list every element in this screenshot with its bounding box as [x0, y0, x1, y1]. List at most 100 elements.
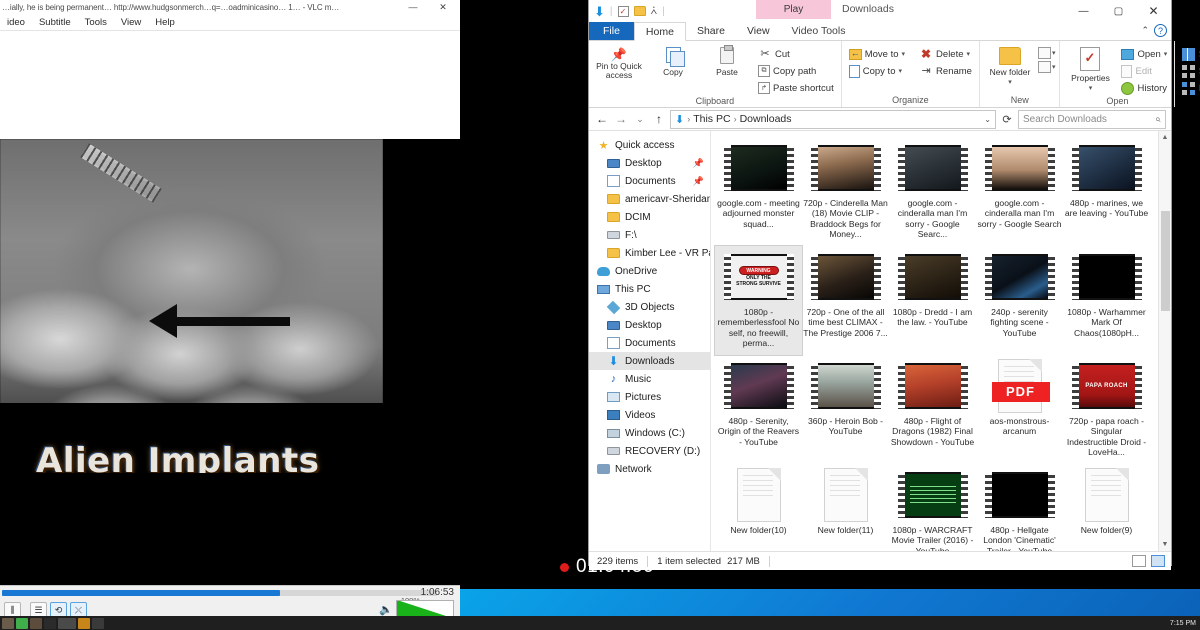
player-menu-tools[interactable]: Tools	[78, 17, 114, 28]
properties-icon[interactable]: ✓	[617, 5, 629, 17]
file-tile[interactable]: New folder(9)	[1063, 464, 1150, 551]
sidebar-item-3d-objects[interactable]: 3D Objects	[589, 298, 710, 316]
select-none-button[interactable]: Select none	[1179, 63, 1200, 79]
player-titlebar[interactable]: …ially, he is being permanent… http://ww…	[0, 0, 460, 15]
history-button[interactable]: History	[1118, 80, 1170, 96]
video-surface[interactable]: Alien Implants	[0, 139, 383, 473]
scrollbar-thumb[interactable]	[1161, 211, 1170, 311]
file-list-pane[interactable]: google.com - meeting adjourned monster s…	[711, 131, 1171, 551]
sidebar-item-desktop[interactable]: Desktop	[589, 316, 710, 334]
player-menu-help[interactable]: Help	[148, 17, 182, 28]
player-menu-subtitle[interactable]: Subtitle	[32, 17, 78, 28]
sidebar-item-windows-c[interactable]: Windows (C:)	[589, 424, 710, 442]
new-folder-icon[interactable]	[633, 6, 646, 16]
recent-locations-button[interactable]: ⌄	[632, 114, 648, 125]
maximize-button[interactable]: ▢	[1101, 0, 1136, 22]
sidebar-item-quick-access[interactable]: ★ Quick access	[589, 136, 710, 154]
volume-slider[interactable]	[396, 600, 454, 617]
tab-view[interactable]: View	[736, 22, 781, 40]
file-tile[interactable]: 480p - Hellgate London 'Cinematic' Trail…	[976, 464, 1063, 551]
move-to-caret-icon[interactable]: ▾	[902, 50, 906, 58]
file-tile[interactable]: google.com - cinderalla man I'm sorry - …	[976, 137, 1063, 246]
sidebar-item-desktop[interactable]: Desktop 📌	[589, 154, 710, 172]
copy-to-caret-icon[interactable]: ▾	[898, 67, 902, 75]
tab-video-tools[interactable]: Video Tools	[781, 22, 857, 40]
copy-path-button[interactable]: ⧉ Copy path	[755, 63, 837, 79]
pin-icon[interactable]: 📌	[693, 176, 704, 187]
search-input[interactable]: Search Downloads ⌕	[1018, 109, 1166, 129]
file-tile[interactable]: 480p - marines, we are leaving - YouTube	[1063, 137, 1150, 246]
properties-button[interactable]: Properties ▾	[1064, 44, 1116, 92]
file-tile[interactable]: 1080p - Warhammer Mark Of Chaos(1080pH..…	[1063, 246, 1150, 355]
tab-file[interactable]: File	[589, 22, 634, 40]
forward-button[interactable]: →	[613, 112, 629, 126]
sidebar-item-this-pc[interactable]: This PC	[589, 280, 710, 298]
player-menu-view[interactable]: View	[114, 17, 148, 28]
pin-to-quick-access-button[interactable]: 📌 Pin to Quick access	[593, 44, 645, 80]
taskbar-item-2[interactable]	[16, 617, 28, 629]
sidebar-item-videos[interactable]: Videos	[589, 406, 710, 424]
paste-shortcut-button[interactable]: ↱ Paste shortcut	[755, 80, 837, 96]
file-tile[interactable]: google.com - meeting adjourned monster s…	[715, 137, 802, 246]
customize-caret-icon[interactable]: ⩑	[651, 5, 658, 17]
minimize-button[interactable]: —	[1066, 0, 1101, 22]
seek-slider[interactable]	[2, 590, 437, 596]
new-item-button[interactable]: ▾	[1037, 47, 1055, 59]
select-all-button[interactable]: Select all	[1179, 46, 1200, 62]
file-tile[interactable]: 360p - Heroin Bob - YouTube	[802, 355, 889, 464]
tab-home[interactable]: Home	[633, 22, 686, 41]
file-tile[interactable]: google.com - cinderalla man I'm sorry - …	[889, 137, 976, 246]
sidebar-item-music[interactable]: ♪ Music	[589, 370, 710, 388]
up-button[interactable]: ↑	[651, 112, 667, 126]
breadcrumb-downloads[interactable]: Downloads	[740, 113, 792, 125]
scroll-up-icon[interactable]: ▲	[1159, 131, 1171, 144]
player-minimize-button[interactable]: —	[406, 3, 420, 12]
sidebar-item-americavr-sheridan[interactable]: americavr-Sheridan.	[589, 190, 710, 208]
large-icons-view-icon[interactable]	[1151, 555, 1165, 567]
sidebar-item-documents[interactable]: Documents 📌	[589, 172, 710, 190]
taskbar-item-4[interactable]	[44, 617, 56, 629]
refresh-button[interactable]: ⟳	[999, 113, 1015, 126]
details-view-icon[interactable]	[1132, 555, 1146, 567]
close-button[interactable]: ✕	[1136, 0, 1171, 22]
ribbon-collapse-icon[interactable]: ⌃	[1141, 25, 1149, 36]
tab-share[interactable]: Share	[686, 22, 736, 40]
easy-access-button[interactable]: ▾	[1037, 61, 1055, 73]
taskbar-item-7[interactable]	[92, 617, 104, 629]
taskbar-item-6[interactable]	[78, 617, 90, 629]
explorer-titlebar[interactable]: ⬇ | ✓ ⩑ | Play Downloads — ▢ ✕	[589, 0, 1171, 22]
open-button[interactable]: Open ▾	[1118, 46, 1170, 62]
file-list-scrollbar[interactable]: ▲ ▼	[1158, 131, 1171, 551]
sidebar-item-documents[interactable]: Documents	[589, 334, 710, 352]
delete-button[interactable]: ✖ Delete ▾	[916, 46, 975, 62]
chevron-down-icon[interactable]: ⌄	[984, 115, 991, 124]
file-tile[interactable]: 1080p - WARCRAFT Movie Trailer (2016) - …	[889, 464, 976, 551]
file-tile[interactable]: New folder(11)	[802, 464, 889, 551]
cut-button[interactable]: ✂ Cut	[755, 46, 837, 62]
invert-selection-button[interactable]: Invert selection	[1179, 80, 1200, 96]
speaker-icon[interactable]: 🔈	[379, 603, 393, 616]
taskbar-item-5[interactable]	[58, 617, 76, 629]
move-to-button[interactable]: Move to ▾	[846, 46, 908, 62]
volume-control[interactable]: 100% 🔈	[379, 596, 454, 617]
file-tile[interactable]: 240p - serenity fighting scene - YouTube	[976, 246, 1063, 355]
file-tile[interactable]: 480p - Flight of Dragons (1982) Final Sh…	[889, 355, 976, 464]
file-tile[interactable]: PAPA ROACH 720p - papa roach - Singular I…	[1063, 355, 1150, 464]
player-menu-video[interactable]: ideo	[0, 17, 32, 28]
file-tile[interactable]: New folder(10)	[715, 464, 802, 551]
download-icon[interactable]: ⬇	[594, 5, 605, 18]
sidebar-item-network[interactable]: Network	[589, 460, 710, 478]
file-tile[interactable]: WARNING ONLY THE STRONG SURVIVE 1080p - rem…	[714, 244, 803, 356]
taskbar-item-1[interactable]	[2, 617, 14, 629]
sidebar-item-recovery-d[interactable]: RECOVERY (D:)	[589, 442, 710, 460]
sidebar-item-pictures[interactable]: Pictures	[589, 388, 710, 406]
sidebar-item-f[interactable]: F:\	[589, 226, 710, 244]
breadcrumb-this-pc[interactable]: This PC	[693, 113, 730, 125]
new-folder-button[interactable]: New folder ▾	[984, 44, 1036, 86]
help-icon[interactable]: ?	[1154, 24, 1167, 37]
scroll-down-icon[interactable]: ▼	[1159, 538, 1171, 551]
taskbar-clock[interactable]: 7:15 PM	[1170, 620, 1196, 627]
file-tile[interactable]: PDF aos-monstrous-arcanum	[976, 355, 1063, 464]
edit-button[interactable]: Edit	[1118, 63, 1170, 79]
file-tile[interactable]: 1080p - Dredd - I am the law. - YouTube	[889, 246, 976, 355]
